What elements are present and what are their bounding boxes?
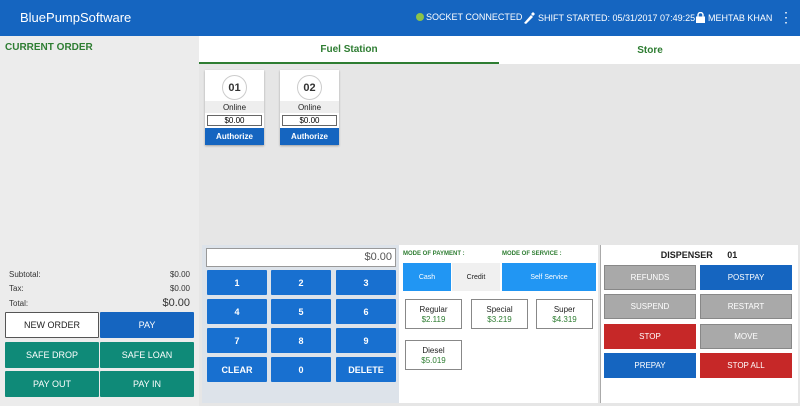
tax-value: $0.00 [169, 284, 190, 293]
pump-card[interactable]: 02 Online $0.00 Authorize [280, 70, 339, 145]
pay-button[interactable]: PAY [100, 312, 194, 338]
socket-status-text: SOCKET CONNECTED [426, 12, 523, 22]
amount-display[interactable]: $0.00 [206, 248, 396, 267]
new-order-button[interactable]: NEW ORDER [5, 312, 99, 338]
current-order-title: CURRENT ORDER [5, 42, 93, 53]
pump-card[interactable]: 01 Online $0.00 Authorize [205, 70, 264, 145]
authorize-button[interactable]: Authorize [205, 128, 264, 145]
main-tabs: Fuel Station Store [199, 36, 800, 64]
key-9[interactable]: 9 [336, 328, 396, 353]
fuel-grade-price: $4.319 [552, 315, 577, 324]
dispenser-label: DISPENSER [660, 250, 713, 260]
subtotal-row: Subtotal: $0.00 [9, 270, 190, 279]
key-7[interactable]: 7 [207, 328, 267, 353]
key-2[interactable]: 2 [271, 270, 331, 295]
pump-number: 01 [222, 75, 247, 100]
pump-status: Online [280, 101, 339, 113]
fuel-grade-diesel[interactable]: Diesel $5.019 [405, 340, 462, 370]
service-mode-label: MODE OF SERVICE : [502, 251, 562, 257]
app-brand: BluePumpSoftware [20, 10, 132, 25]
tax-label: Tax: [9, 284, 24, 293]
suspend-button[interactable]: SUSPEND [604, 294, 696, 319]
key-0[interactable]: 0 [271, 357, 331, 382]
pump-number: 02 [297, 75, 322, 100]
pay-out-button[interactable]: PAY OUT [5, 371, 99, 397]
stop-button[interactable]: STOP [604, 324, 696, 349]
top-bar: BluePumpSoftware SOCKET CONNECTED SHIFT … [0, 0, 800, 36]
prepay-button[interactable]: PREPAY [604, 353, 696, 378]
safe-loan-button[interactable]: SAFE LOAN [100, 342, 194, 368]
fuel-grade-super[interactable]: Super $4.319 [536, 299, 593, 329]
user-info[interactable]: MEHTAB KHAN [696, 12, 772, 23]
dispenser-number: 01 [727, 250, 738, 260]
authorize-button[interactable]: Authorize [280, 128, 339, 145]
total-label: Total: [9, 299, 29, 308]
self-service-button[interactable]: Self Service [502, 263, 596, 291]
clear-key[interactable]: CLEAR [207, 357, 267, 382]
credit-button[interactable]: Credit [452, 263, 500, 291]
move-button[interactable]: MOVE [700, 324, 792, 349]
tab-fuel-station[interactable]: Fuel Station [199, 36, 499, 64]
lock-icon [696, 12, 705, 23]
user-name: MEHTAB KHAN [708, 12, 773, 23]
payment-mode-label: MODE OF PAYMENT : [403, 251, 465, 257]
fuel-grade-name: Regular [419, 305, 448, 314]
fuel-grade-price: $3.219 [487, 315, 512, 324]
cash-button[interactable]: Cash [403, 263, 451, 291]
postpay-button[interactable]: POSTPAY [700, 265, 792, 290]
pay-in-button[interactable]: PAY IN [100, 371, 194, 397]
pump-status: Online [205, 101, 264, 113]
connection-dot-icon [416, 13, 424, 21]
shift-status-text: SHIFT STARTED: 05/31/2017 07:49:25 [538, 13, 696, 23]
key-1[interactable]: 1 [207, 270, 267, 295]
key-6[interactable]: 6 [336, 299, 396, 324]
key-3[interactable]: 3 [336, 270, 396, 295]
key-5[interactable]: 5 [271, 299, 331, 324]
stop-all-button[interactable]: STOP ALL [700, 353, 792, 378]
pump-amount: $0.00 [207, 115, 262, 126]
pump-amount: $0.00 [282, 115, 337, 126]
more-menu-icon[interactable]: ⋮ [779, 10, 793, 24]
fuel-grade-price: $5.019 [421, 356, 446, 365]
fuel-nozzle-icon [524, 12, 535, 24]
restart-button[interactable]: RESTART [700, 294, 792, 319]
key-8[interactable]: 8 [271, 328, 331, 353]
delete-key[interactable]: DELETE [336, 357, 396, 382]
safe-drop-button[interactable]: SAFE DROP [5, 342, 99, 368]
key-4[interactable]: 4 [207, 299, 267, 324]
subtotal-value: $0.00 [169, 270, 190, 279]
fuel-grade-price: $2.119 [421, 315, 446, 324]
fuel-grade-regular[interactable]: Regular $2.119 [405, 299, 462, 329]
fuel-grade-name: Super [553, 305, 576, 314]
refunds-button[interactable]: REFUNDS [604, 265, 696, 290]
fuel-grade-name: Special [486, 305, 513, 314]
fuel-grade-name: Diesel [422, 346, 445, 355]
subtotal-label: Subtotal: [9, 270, 41, 279]
total-row: Total: $0.00 [9, 297, 190, 309]
socket-status: SOCKET CONNECTED [416, 12, 522, 22]
total-value: $0.00 [162, 297, 190, 309]
fuel-grade-special[interactable]: Special $3.219 [471, 299, 528, 329]
tax-row: Tax: $0.00 [9, 284, 190, 293]
dispenser-title: DISPENSER 01 [600, 250, 798, 260]
shift-status: SHIFT STARTED: 05/31/2017 07:49:25 [522, 12, 695, 24]
tab-store[interactable]: Store [500, 36, 800, 64]
